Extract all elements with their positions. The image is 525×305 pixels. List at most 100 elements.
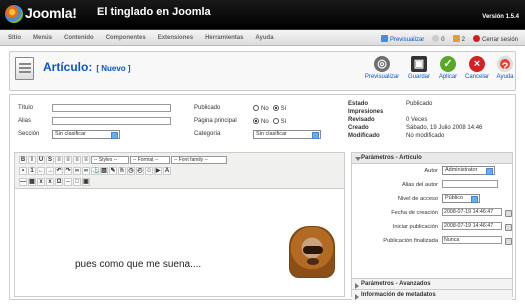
alias-input[interactable] — [52, 117, 171, 125]
calendar-icon[interactable] — [505, 238, 512, 245]
access-select[interactable]: Público — [442, 194, 480, 203]
indent-icon[interactable]: → — [46, 167, 54, 175]
remove-format-icon[interactable]: — — [19, 178, 27, 186]
frontpage-no-radio[interactable] — [253, 118, 259, 124]
messages-icon — [432, 35, 440, 42]
published-yes-radio[interactable] — [272, 105, 279, 111]
article-fields: Título Publicado No Sí Alias Página princ… — [18, 102, 348, 141]
anchor-icon[interactable]: ⚓ — [91, 167, 99, 175]
article-editor-form: Título Publicado No Sí Alias Página princ… — [9, 94, 516, 300]
info-row: Impresiones — [348, 109, 384, 115]
preview-link[interactable]: Previsualizar — [380, 35, 424, 43]
calendar-icon[interactable] — [505, 210, 512, 217]
unlink-icon[interactable]: ∞ — [82, 167, 90, 175]
align-center-icon[interactable]: ≡ — [64, 156, 72, 164]
main-menu: Sitio Menús Contenido Componentes Extens… — [0, 30, 525, 46]
frontpage-radios[interactable]: No Sí — [253, 118, 286, 125]
cancel-icon: × — [469, 56, 485, 72]
category-select[interactable]: Sin clasificar — [253, 130, 321, 139]
image-icon[interactable]: ▧ — [100, 167, 108, 175]
charmap-icon[interactable]: Ω — [55, 178, 63, 186]
logout-icon — [472, 35, 480, 42]
finish-publish-input[interactable]: Nunca — [442, 236, 502, 244]
preview-button[interactable]: ◎ Previsualizar — [363, 56, 401, 88]
author-alias-input[interactable] — [442, 180, 498, 188]
users-status[interactable]: 2 — [452, 35, 465, 43]
author-label: Autor — [424, 168, 438, 174]
text-color-icon[interactable]: A — [163, 167, 171, 175]
help-button[interactable]: ? Ayuda — [486, 56, 524, 88]
menu-content[interactable]: Contenido — [64, 35, 94, 41]
superscript-icon[interactable]: x — [46, 178, 54, 186]
format-select[interactable]: -- Format -- — [130, 156, 170, 164]
bold-icon[interactable]: B — [19, 156, 27, 164]
created-date-input[interactable]: 2008-07-19 14:46:47 — [442, 208, 502, 216]
frontpage-yes-radio[interactable] — [272, 118, 279, 124]
advanced-parameters-header[interactable]: Parámetros - Avanzados — [352, 278, 512, 289]
undo-icon[interactable]: ↶ — [55, 167, 63, 175]
italic-icon[interactable]: I — [28, 156, 36, 164]
published-no-radio[interactable] — [253, 105, 259, 111]
joomla-logo: Joomla! — [5, 3, 91, 25]
alias-label: Alias — [18, 118, 32, 124]
html-icon[interactable]: h — [118, 167, 126, 175]
info-row: Modificado No modificado — [348, 133, 445, 139]
hr-icon[interactable]: ─ — [64, 178, 72, 186]
menu-help[interactable]: Ayuda — [255, 35, 273, 41]
outdent-icon[interactable]: ← — [37, 167, 45, 175]
author-alias-label: Alias del autor — [401, 182, 438, 188]
users-count: 2 — [461, 37, 465, 43]
editor-content[interactable]: pues como que me suena.... — [15, 189, 344, 296]
start-publish-input[interactable]: 2008-07-19 14:46:47 — [442, 222, 502, 230]
info-row: Estado Publicado — [348, 101, 433, 107]
styles-select[interactable]: -- Styles -- — [91, 156, 129, 164]
info-row: Revisado 0 Veces — [348, 117, 428, 123]
redo-icon[interactable]: ↷ — [64, 167, 72, 175]
table-icon[interactable]: ▦ — [28, 178, 36, 186]
justify-icon[interactable]: ≡ — [82, 156, 90, 164]
article-info: Estado Publicado Impresiones Revisado 0 Ve… — [348, 101, 510, 153]
menu-site[interactable]: Sitio — [8, 35, 21, 41]
underline-icon[interactable]: U — [37, 156, 45, 164]
author-select[interactable]: Administrator — [442, 166, 495, 175]
subscript-icon[interactable]: x — [37, 178, 45, 186]
preview-icon — [380, 35, 388, 42]
title-label: Título — [18, 105, 34, 111]
published-radios[interactable]: No Sí — [253, 105, 286, 112]
metadata-header[interactable]: Información de metadatos — [352, 289, 512, 300]
link-icon[interactable]: ∞ — [73, 167, 81, 175]
font-family-select[interactable]: -- Font family -- — [171, 156, 227, 164]
orangutan-image — [289, 226, 335, 278]
align-right-icon[interactable]: ≡ — [73, 156, 81, 164]
date-icon[interactable]: ◷ — [127, 167, 135, 175]
time-icon[interactable]: ◴ — [136, 167, 144, 175]
editor-toolbar: BIUS ≡ ≡ ≡ ≡ -- Styles -- -- Format -- -- Fon… — [15, 153, 344, 189]
full-screen-icon[interactable]: □ — [73, 178, 81, 186]
bullet-list-icon[interactable]: • — [19, 167, 27, 175]
access-label: Nivel de acceso — [397, 196, 438, 202]
align-left-icon[interactable]: ≡ — [55, 156, 63, 164]
section-select[interactable]: Sin clasificar — [52, 130, 120, 139]
preview-icon: ◎ — [374, 56, 390, 72]
menu-tools[interactable]: Herramientas — [205, 35, 243, 41]
logout-text: Cerrar sesión — [481, 37, 518, 43]
menu-extensions[interactable]: Extensiones — [158, 35, 193, 41]
finish-publish-label: Publicación finalizada — [383, 238, 438, 244]
preview-editor-icon[interactable]: ▣ — [82, 178, 90, 186]
title-input[interactable] — [52, 104, 171, 112]
number-list-icon[interactable]: 1 — [28, 167, 36, 175]
messages-status[interactable]: 0 — [432, 35, 445, 43]
save-icon: ▣ — [411, 56, 427, 72]
menu-menus[interactable]: Menús — [33, 35, 52, 41]
logout-link[interactable]: Cerrar sesión — [472, 35, 518, 43]
smiley-icon[interactable]: ☺ — [145, 167, 153, 175]
parameters-article-header[interactable]: Parámetros - Artículo — [352, 153, 512, 164]
category-label: Categoría — [194, 131, 221, 137]
media-icon[interactable]: ▶ — [154, 167, 162, 175]
menu-components[interactable]: Componentes — [106, 35, 146, 41]
joomla-logo-icon — [5, 5, 23, 23]
calendar-icon[interactable] — [505, 224, 512, 231]
created-date-label: Fecha de creación — [391, 210, 438, 216]
cleanup-icon[interactable]: ✎ — [109, 167, 117, 175]
strike-icon[interactable]: S — [46, 156, 54, 164]
